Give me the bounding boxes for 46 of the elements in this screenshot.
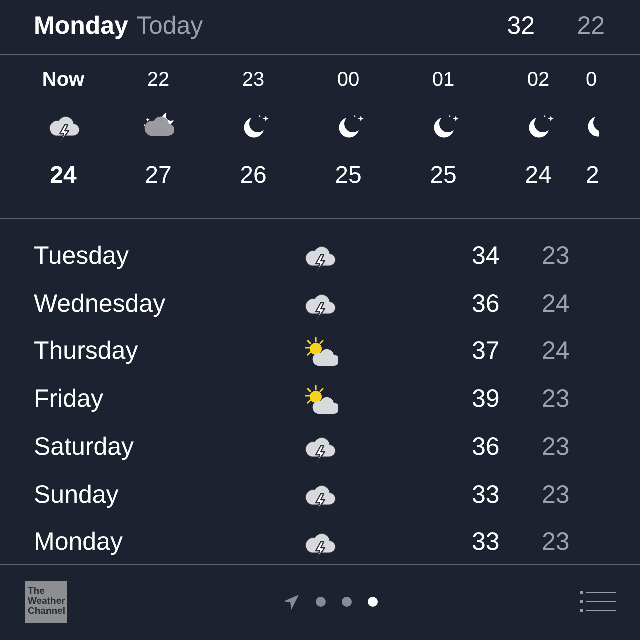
high-temp: 36	[472, 432, 501, 463]
page-dot[interactable]	[368, 597, 378, 607]
hour-temp: 26	[240, 161, 267, 191]
list-icon[interactable]	[580, 590, 616, 614]
day-name: Monday	[34, 11, 128, 42]
high-temp: 39	[472, 384, 501, 416]
hour-temp: 25	[335, 161, 362, 191]
hour-label: 00	[337, 68, 360, 92]
low-temp: 23	[542, 480, 570, 511]
hour-label: 22	[147, 68, 170, 92]
page-dot[interactable]	[316, 597, 326, 607]
day-name: Thursday	[34, 336, 140, 368]
moon-icon	[586, 117, 599, 137]
high-temp: 34	[472, 241, 501, 272]
weather-channel-logo: The Weather Channel	[25, 581, 67, 623]
hour-label: 23	[242, 68, 265, 92]
low-temp: 23	[542, 527, 570, 558]
page-dot[interactable]	[342, 597, 352, 607]
hour-label: 0	[586, 68, 598, 92]
hour-label: 01	[432, 68, 455, 92]
low-temp: 24	[542, 336, 570, 368]
low-temp: 24	[542, 288, 570, 320]
day-name: Sunday	[34, 480, 120, 511]
high-temp: 33	[472, 527, 501, 558]
hour-label: 02	[527, 68, 550, 92]
hour-label: Now	[42, 68, 85, 92]
hour-temp: 24	[50, 161, 77, 191]
day-name: Tuesday	[34, 241, 130, 272]
high-temp: 32	[507, 11, 536, 42]
day-name: Monday	[34, 527, 124, 558]
today-label: Today	[136, 11, 204, 42]
hour-temp: 27	[145, 161, 172, 191]
high-temp: 36	[472, 288, 501, 320]
hour-temp: 2	[586, 161, 600, 191]
day-name: Friday	[34, 384, 104, 416]
day-name: Saturday	[34, 432, 136, 463]
high-temp: 37	[472, 336, 501, 368]
low-temp: 23	[542, 384, 570, 416]
low-temp: 22	[577, 11, 605, 42]
location-arrow-icon[interactable]	[283, 594, 300, 610]
day-name: Wednesday	[34, 288, 167, 320]
low-temp: 23	[542, 432, 570, 463]
hour-temp: 25	[430, 161, 457, 191]
high-temp: 33	[472, 480, 501, 511]
hour-temp: 24	[525, 161, 552, 191]
low-temp: 23	[542, 241, 570, 272]
